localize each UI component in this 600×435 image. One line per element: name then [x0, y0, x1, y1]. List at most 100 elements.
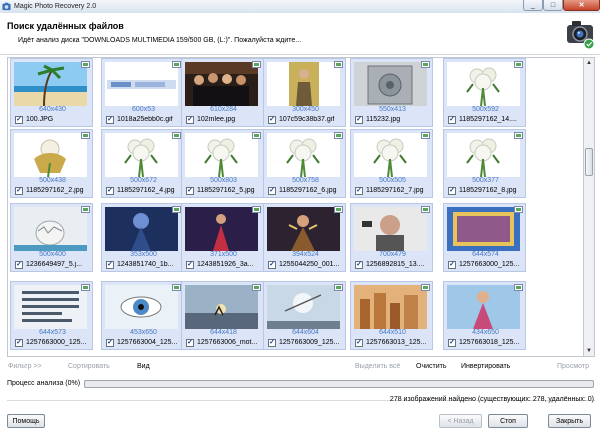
file-thumbnail[interactable] [14, 207, 87, 251]
file-checkbox[interactable]: ✓ [15, 187, 23, 195]
image-type-icon [334, 284, 343, 291]
file-checkbox[interactable]: ✓ [15, 116, 23, 124]
grid-scrollbar[interactable]: ▲ ▼ [584, 57, 595, 357]
file-tile[interactable]: 500x438 ✓ 1185297162_2.jpg [10, 129, 93, 198]
file-checkbox[interactable]: ✓ [106, 339, 114, 347]
file-checkbox[interactable]: ✓ [106, 261, 114, 269]
file-tile[interactable]: 550x413 ✓ 115232.jpg [350, 58, 433, 127]
file-tile[interactable]: 640x430 ✓ 100.JPG [10, 58, 93, 127]
close-window-button[interactable]: ✕ [563, 0, 600, 11]
file-tile[interactable]: 500x377 ✓ 1185297162_8.jpg [443, 129, 526, 198]
file-thumbnail[interactable] [14, 285, 87, 329]
image-type-icon [514, 61, 523, 68]
file-tile[interactable]: 600x53 ✓ 1018a25ebb0c.gif [101, 58, 184, 127]
scroll-down-arrow[interactable]: ▼ [584, 346, 594, 356]
file-thumbnail[interactable] [354, 133, 427, 177]
file-thumbnail[interactable] [105, 133, 178, 177]
clear-button[interactable]: Очистить [416, 360, 446, 374]
file-tile[interactable]: 453x650 ✓ 1257663004_125... [101, 281, 184, 350]
stop-button[interactable]: Стоп [488, 414, 528, 428]
back-button[interactable]: < Назад [439, 414, 482, 428]
file-thumbnail[interactable] [185, 133, 258, 177]
file-tile[interactable]: 644x418 ✓ 1257663006_mot... [181, 281, 264, 350]
file-thumbnail[interactable] [267, 207, 340, 251]
file-tile[interactable]: 500x592 ✓ 1185297162_14.... [443, 58, 526, 127]
file-checkbox[interactable]: ✓ [186, 187, 194, 195]
file-checkbox[interactable]: ✓ [268, 116, 276, 124]
file-checkbox[interactable]: ✓ [268, 339, 276, 347]
scroll-up-arrow[interactable]: ▲ [584, 58, 594, 68]
preview-button[interactable]: Просмотр [557, 360, 589, 374]
file-checkbox[interactable]: ✓ [15, 261, 23, 269]
file-thumbnail[interactable] [447, 133, 520, 177]
file-thumbnail[interactable] [105, 285, 178, 329]
file-checkbox[interactable]: ✓ [15, 339, 23, 347]
image-type-icon [421, 132, 430, 139]
file-thumbnail[interactable] [447, 62, 520, 106]
app-icon [2, 2, 11, 11]
file-thumbnail[interactable] [354, 62, 427, 106]
file-tile[interactable]: 300x450 ✓ 107c59c38b37.gif [263, 58, 346, 127]
file-thumbnail[interactable] [447, 207, 520, 251]
file-thumbnail[interactable] [447, 285, 520, 329]
file-tile[interactable]: 353x500 ✓ 1243851740_1b... [101, 203, 184, 272]
file-thumbnail[interactable] [105, 62, 178, 106]
invert-button[interactable]: Инвертировать [461, 360, 510, 374]
file-checkbox[interactable]: ✓ [448, 187, 456, 195]
file-checkbox[interactable]: ✓ [355, 116, 363, 124]
sort-button[interactable]: Сортировать [68, 360, 110, 374]
file-tile[interactable]: 610x284 ✓ 102mlee.jpg [181, 58, 264, 127]
file-thumbnail[interactable] [185, 285, 258, 329]
select-all-button[interactable]: Выделить всё [355, 360, 400, 374]
file-tile[interactable]: 500x672 ✓ 1185297162_4.jpg [101, 129, 184, 198]
image-type-icon [334, 61, 343, 68]
file-checkbox[interactable]: ✓ [106, 187, 114, 195]
file-thumbnail[interactable] [105, 207, 178, 251]
view-button[interactable]: Вид [137, 360, 150, 374]
file-tile[interactable]: 500x400 ✓ 1236649497_5.j... [10, 203, 93, 272]
file-tile[interactable]: 434x650 ✓ 1257663018_125... [443, 281, 526, 350]
file-checkbox[interactable]: ✓ [448, 116, 456, 124]
file-tile[interactable]: 500x758 ✓ 1185297162_6.jpg [263, 129, 346, 198]
file-tile[interactable]: 394x524 ✓ 1255044250_001... [263, 203, 346, 272]
file-thumbnail[interactable] [354, 285, 427, 329]
file-thumbnail[interactable] [14, 133, 87, 177]
file-tile[interactable]: 371x500 ✓ 1243851926_3a... [181, 203, 264, 272]
file-checkbox[interactable]: ✓ [186, 339, 194, 347]
file-thumbnail[interactable] [267, 62, 340, 106]
file-checkbox[interactable]: ✓ [186, 261, 194, 269]
file-tile[interactable]: 700x479 ✓ 1256892815_13.... [350, 203, 433, 272]
file-checkbox[interactable]: ✓ [268, 261, 276, 269]
page-title: Поиск удалённых файлов [7, 21, 124, 31]
file-thumbnail[interactable] [185, 207, 258, 251]
file-tile[interactable]: 644x510 ✓ 1257663013_125... [350, 281, 433, 350]
file-tile[interactable]: 644x574 ✓ 1257663000_125... [443, 203, 526, 272]
file-thumbnail[interactable] [267, 285, 340, 329]
file-thumbnail[interactable] [14, 62, 87, 106]
file-thumbnail[interactable] [185, 62, 258, 106]
file-checkbox[interactable]: ✓ [268, 187, 276, 195]
help-button[interactable]: Помощь [7, 414, 45, 428]
file-tile[interactable]: 644x604 ✓ 1257663009_125... [263, 281, 346, 350]
scroll-thumb[interactable] [585, 148, 593, 176]
thumbnail-grid[interactable]: 640x430 ✓ 100.JPG 600x53 ✓ 1018a25ebb0c.gif 61… [7, 57, 584, 357]
file-checkbox[interactable]: ✓ [355, 339, 363, 347]
file-checkbox[interactable]: ✓ [355, 187, 363, 195]
file-checkbox[interactable]: ✓ [186, 116, 194, 124]
file-tile[interactable]: 500x505 ✓ 1185297162_7.jpg [350, 129, 433, 198]
file-checkbox[interactable]: ✓ [448, 261, 456, 269]
maximize-button[interactable]: □ [543, 0, 563, 11]
minimize-button[interactable]: _ [523, 0, 543, 11]
file-tile[interactable]: 500x803 ✓ 1185297162_5.jpg [181, 129, 264, 198]
file-checkbox[interactable]: ✓ [448, 339, 456, 347]
image-type-icon [81, 61, 90, 68]
file-thumbnail[interactable] [267, 133, 340, 177]
file-dimensions: 500x505 [379, 177, 406, 184]
file-name: 1236649497_5.j... [26, 261, 83, 268]
filter-button[interactable]: Фильтр >> [8, 360, 42, 374]
file-thumbnail[interactable] [354, 207, 427, 251]
file-checkbox[interactable]: ✓ [355, 261, 363, 269]
file-checkbox[interactable]: ✓ [106, 116, 114, 124]
close-button[interactable]: Закрыть [548, 414, 591, 428]
file-tile[interactable]: 644x573 ✓ 1257663000_125... [10, 281, 93, 350]
